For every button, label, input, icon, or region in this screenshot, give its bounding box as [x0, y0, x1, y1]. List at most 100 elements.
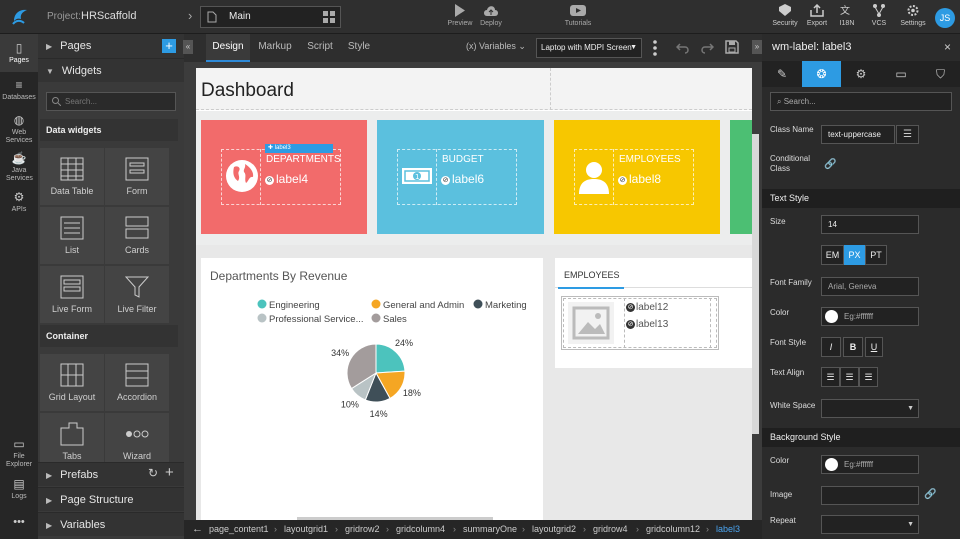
tab-device[interactable]: ▭: [881, 61, 921, 87]
tab-properties[interactable]: ✎: [762, 61, 802, 87]
employee-label-12[interactable]: label12: [636, 302, 668, 313]
align-right-button[interactable]: ☰: [859, 367, 878, 387]
breadcrumb-item[interactable]: layoutgrid1: [284, 520, 328, 539]
widget-accordion[interactable]: Accordion: [105, 354, 169, 411]
save-icon[interactable]: [725, 40, 739, 54]
props-search-input[interactable]: ⌕ Search...: [770, 92, 952, 111]
unit-pt-button[interactable]: PT: [865, 245, 887, 265]
class-list-icon[interactable]: ☰: [896, 125, 919, 144]
widget-grid-layout[interactable]: Grid Layout: [40, 354, 104, 411]
widget-search-input[interactable]: Search...: [46, 92, 176, 111]
repeat-select[interactable]: ▼: [821, 515, 919, 534]
tile-title[interactable]: EMPLOYEES: [619, 154, 681, 165]
rail-web-services[interactable]: ◍ Web Services: [0, 114, 38, 145]
export-button[interactable]: Export: [803, 3, 831, 27]
rail-logs[interactable]: ▤ Logs: [0, 478, 38, 501]
color-input[interactable]: Eg:#ffffff: [821, 307, 919, 326]
tab-design[interactable]: Design: [206, 34, 250, 62]
chevron-right-icon[interactable]: ›: [188, 8, 192, 23]
align-center-button[interactable]: ☰: [840, 367, 859, 387]
page-selector[interactable]: Main: [200, 6, 341, 28]
pie-slice[interactable]: [375, 343, 406, 374]
white-space-select[interactable]: ▼: [821, 399, 919, 418]
legend-item[interactable]: Professional Service...: [257, 313, 364, 326]
budget-tile[interactable]: 1 BUDGET ⊘ label6: [377, 120, 544, 234]
legend-item[interactable]: General and Admin: [371, 299, 465, 312]
class-name-input[interactable]: text-uppercase: [821, 125, 895, 144]
grid-view-icon[interactable]: [323, 11, 335, 23]
underline-button[interactable]: U: [865, 337, 883, 357]
breadcrumb-item[interactable]: label3: [716, 520, 740, 539]
add-page-button[interactable]: +: [162, 39, 176, 53]
vertical-scrollbar[interactable]: [752, 134, 759, 434]
legend-item[interactable]: Engineering: [257, 299, 320, 312]
tile-title[interactable]: DEPARTMENTS: [266, 154, 341, 165]
preview-button[interactable]: Preview: [446, 4, 474, 27]
tile-title[interactable]: BUDGET: [442, 154, 484, 165]
tile-value[interactable]: label4: [276, 172, 308, 186]
legend-item[interactable]: Marketing: [473, 299, 527, 312]
image-input[interactable]: [821, 486, 919, 505]
tab-security[interactable]: ⛉: [921, 61, 960, 87]
prefabs-panel-header[interactable]: ▶ Prefabs: [38, 462, 184, 486]
deploy-button[interactable]: Deploy: [477, 4, 505, 27]
rail-databases[interactable]: ≡ Databases: [0, 79, 38, 102]
employees-tile[interactable]: EMPLOYEES ⊘ label8: [554, 120, 720, 234]
tab-style[interactable]: Style: [344, 34, 374, 62]
departments-tile[interactable]: ✚ label3 DEPARTMENTS ⊘ label4: [201, 120, 367, 234]
security-button[interactable]: Security: [768, 4, 802, 27]
tile-value[interactable]: label8: [629, 172, 661, 186]
link-icon[interactable]: 🔗: [824, 159, 836, 170]
undo-icon[interactable]: [676, 41, 690, 54]
breadcrumb-item[interactable]: gridcolumn12: [646, 520, 700, 539]
back-arrow-icon[interactable]: ←: [192, 520, 203, 539]
breadcrumb-item[interactable]: page_content1: [209, 520, 269, 539]
device-selector[interactable]: Laptop with MDPI Screen ▼: [536, 38, 642, 58]
size-input[interactable]: 14: [821, 215, 919, 234]
project-name[interactable]: HRScaffold: [81, 10, 136, 22]
color-swatch[interactable]: [825, 310, 838, 323]
breadcrumb-item[interactable]: gridcolumn4: [396, 520, 445, 539]
link-icon[interactable]: 🔗: [924, 489, 936, 500]
more-menu-icon[interactable]: •••: [0, 517, 38, 528]
redo-icon[interactable]: [700, 41, 714, 54]
italic-button[interactable]: I: [821, 337, 841, 357]
rail-apis[interactable]: ⚙ APIs: [0, 191, 38, 214]
rail-file-explorer[interactable]: ▭ File Explorer: [0, 438, 38, 469]
breadcrumb-item[interactable]: summaryOne: [463, 520, 517, 539]
selected-label-badge[interactable]: ✚ label3: [265, 144, 333, 153]
widget-list[interactable]: List: [40, 207, 104, 264]
breadcrumb-item[interactable]: layoutgrid2: [532, 520, 576, 539]
kebab-menu-icon[interactable]: [653, 39, 657, 57]
collapse-right-icon[interactable]: »: [752, 40, 762, 54]
refresh-icon[interactable]: ↻: [148, 466, 158, 480]
unit-px-button[interactable]: PX: [844, 245, 865, 265]
breadcrumb-item[interactable]: gridrow4: [593, 520, 628, 539]
employee-label-13[interactable]: label13: [636, 319, 668, 330]
tab-events[interactable]: ⚙: [841, 61, 881, 87]
settings-button[interactable]: Settings: [897, 4, 929, 27]
vcs-button[interactable]: VCS: [866, 4, 892, 27]
rail-pages[interactable]: ▯ Pages: [0, 34, 38, 72]
widgets-panel-header[interactable]: ▼ Widgets: [38, 58, 184, 82]
widget-live-filter[interactable]: Live Filter: [105, 266, 169, 323]
tab-script[interactable]: Script: [302, 34, 338, 62]
tab-employees[interactable]: EMPLOYEES: [564, 270, 620, 280]
avatar[interactable]: JS: [935, 8, 955, 28]
variables-panel-header[interactable]: ▶ Variables: [38, 512, 184, 536]
unit-em-button[interactable]: EM: [821, 245, 844, 265]
bg-color-input[interactable]: Eg:#ffffff: [821, 455, 919, 474]
wavemaker-logo-icon[interactable]: [10, 7, 30, 27]
breadcrumb-item[interactable]: gridrow2: [345, 520, 380, 539]
employee-list-item[interactable]: ⊘ label12 ⊘ label13: [561, 296, 719, 350]
extra-tile[interactable]: [730, 120, 752, 234]
pie-chart[interactable]: Engineering General and Admin Marketing Pro…: [201, 286, 543, 426]
bg-color-swatch[interactable]: [825, 458, 838, 471]
collapse-left-icon[interactable]: «: [183, 40, 193, 54]
widget-form[interactable]: Form: [105, 148, 169, 205]
tab-styles[interactable]: ❂: [802, 61, 841, 87]
variables-dropdown[interactable]: (x) Variables ⌄: [466, 41, 526, 52]
legend-item[interactable]: Sales: [371, 313, 408, 326]
bold-button[interactable]: B: [843, 337, 863, 357]
close-icon[interactable]: ×: [944, 40, 951, 54]
